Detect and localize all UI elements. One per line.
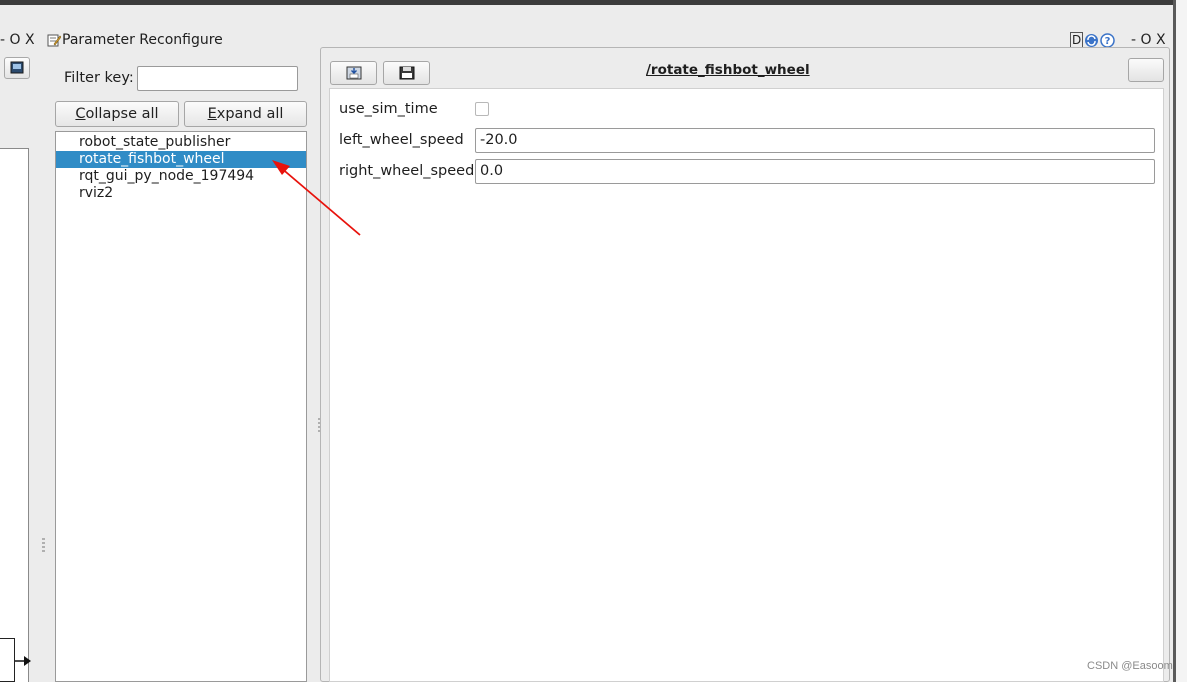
left-wheel-speed-input[interactable]: -20.0 [475, 128, 1155, 153]
filter-label: Filter key: [64, 70, 134, 86]
load-button[interactable] [330, 61, 377, 85]
save-icon [399, 66, 414, 80]
expand-mnemonic: E [207, 106, 217, 122]
top-bar [0, 0, 1187, 5]
selected-node-title: /rotate_fishbot_wheel [646, 62, 810, 78]
right-wheel-speed-input[interactable]: 0.0 [475, 159, 1155, 184]
expand-all-button[interactable]: Expand all [184, 101, 307, 127]
filter-key-input[interactable] [137, 66, 298, 91]
expand-label: xpand all [216, 106, 284, 122]
window-help-icons: D ? [1070, 32, 1115, 48]
collapse-mnemonic: C [75, 106, 86, 122]
left-dock-button[interactable] [4, 57, 30, 79]
load-icon [346, 66, 361, 80]
close-node-button[interactable] [1128, 58, 1164, 82]
param-label-use-sim-time: use_sim_time [339, 101, 438, 117]
collapse-label: ollapse all [85, 106, 159, 122]
plugin-icon [47, 34, 61, 47]
svg-text:?: ? [1105, 36, 1111, 47]
left-dock-canvas [0, 148, 29, 682]
use-sim-time-checkbox[interactable] [475, 102, 489, 116]
left-dock-node-box [0, 638, 15, 682]
annotation-arrow-icon [272, 160, 361, 236]
splitter-handle[interactable] [42, 538, 45, 554]
right-edge-border [1173, 0, 1176, 682]
window-title: Parameter Reconfigure [62, 32, 223, 48]
right-window-controls[interactable]: - O X [1131, 32, 1166, 48]
image-icon [10, 61, 24, 74]
help-icon[interactable]: ? [1100, 32, 1115, 48]
collapse-all-button[interactable]: Collapse all [55, 101, 179, 127]
d-icon[interactable]: D [1070, 32, 1084, 48]
refresh-icon[interactable] [1084, 33, 1099, 48]
watermark: CSDN @Easoom [1087, 660, 1173, 672]
graph-edge-arrow-icon [15, 656, 31, 666]
left-window-controls[interactable]: - O X [0, 32, 35, 48]
save-button[interactable] [383, 61, 430, 85]
